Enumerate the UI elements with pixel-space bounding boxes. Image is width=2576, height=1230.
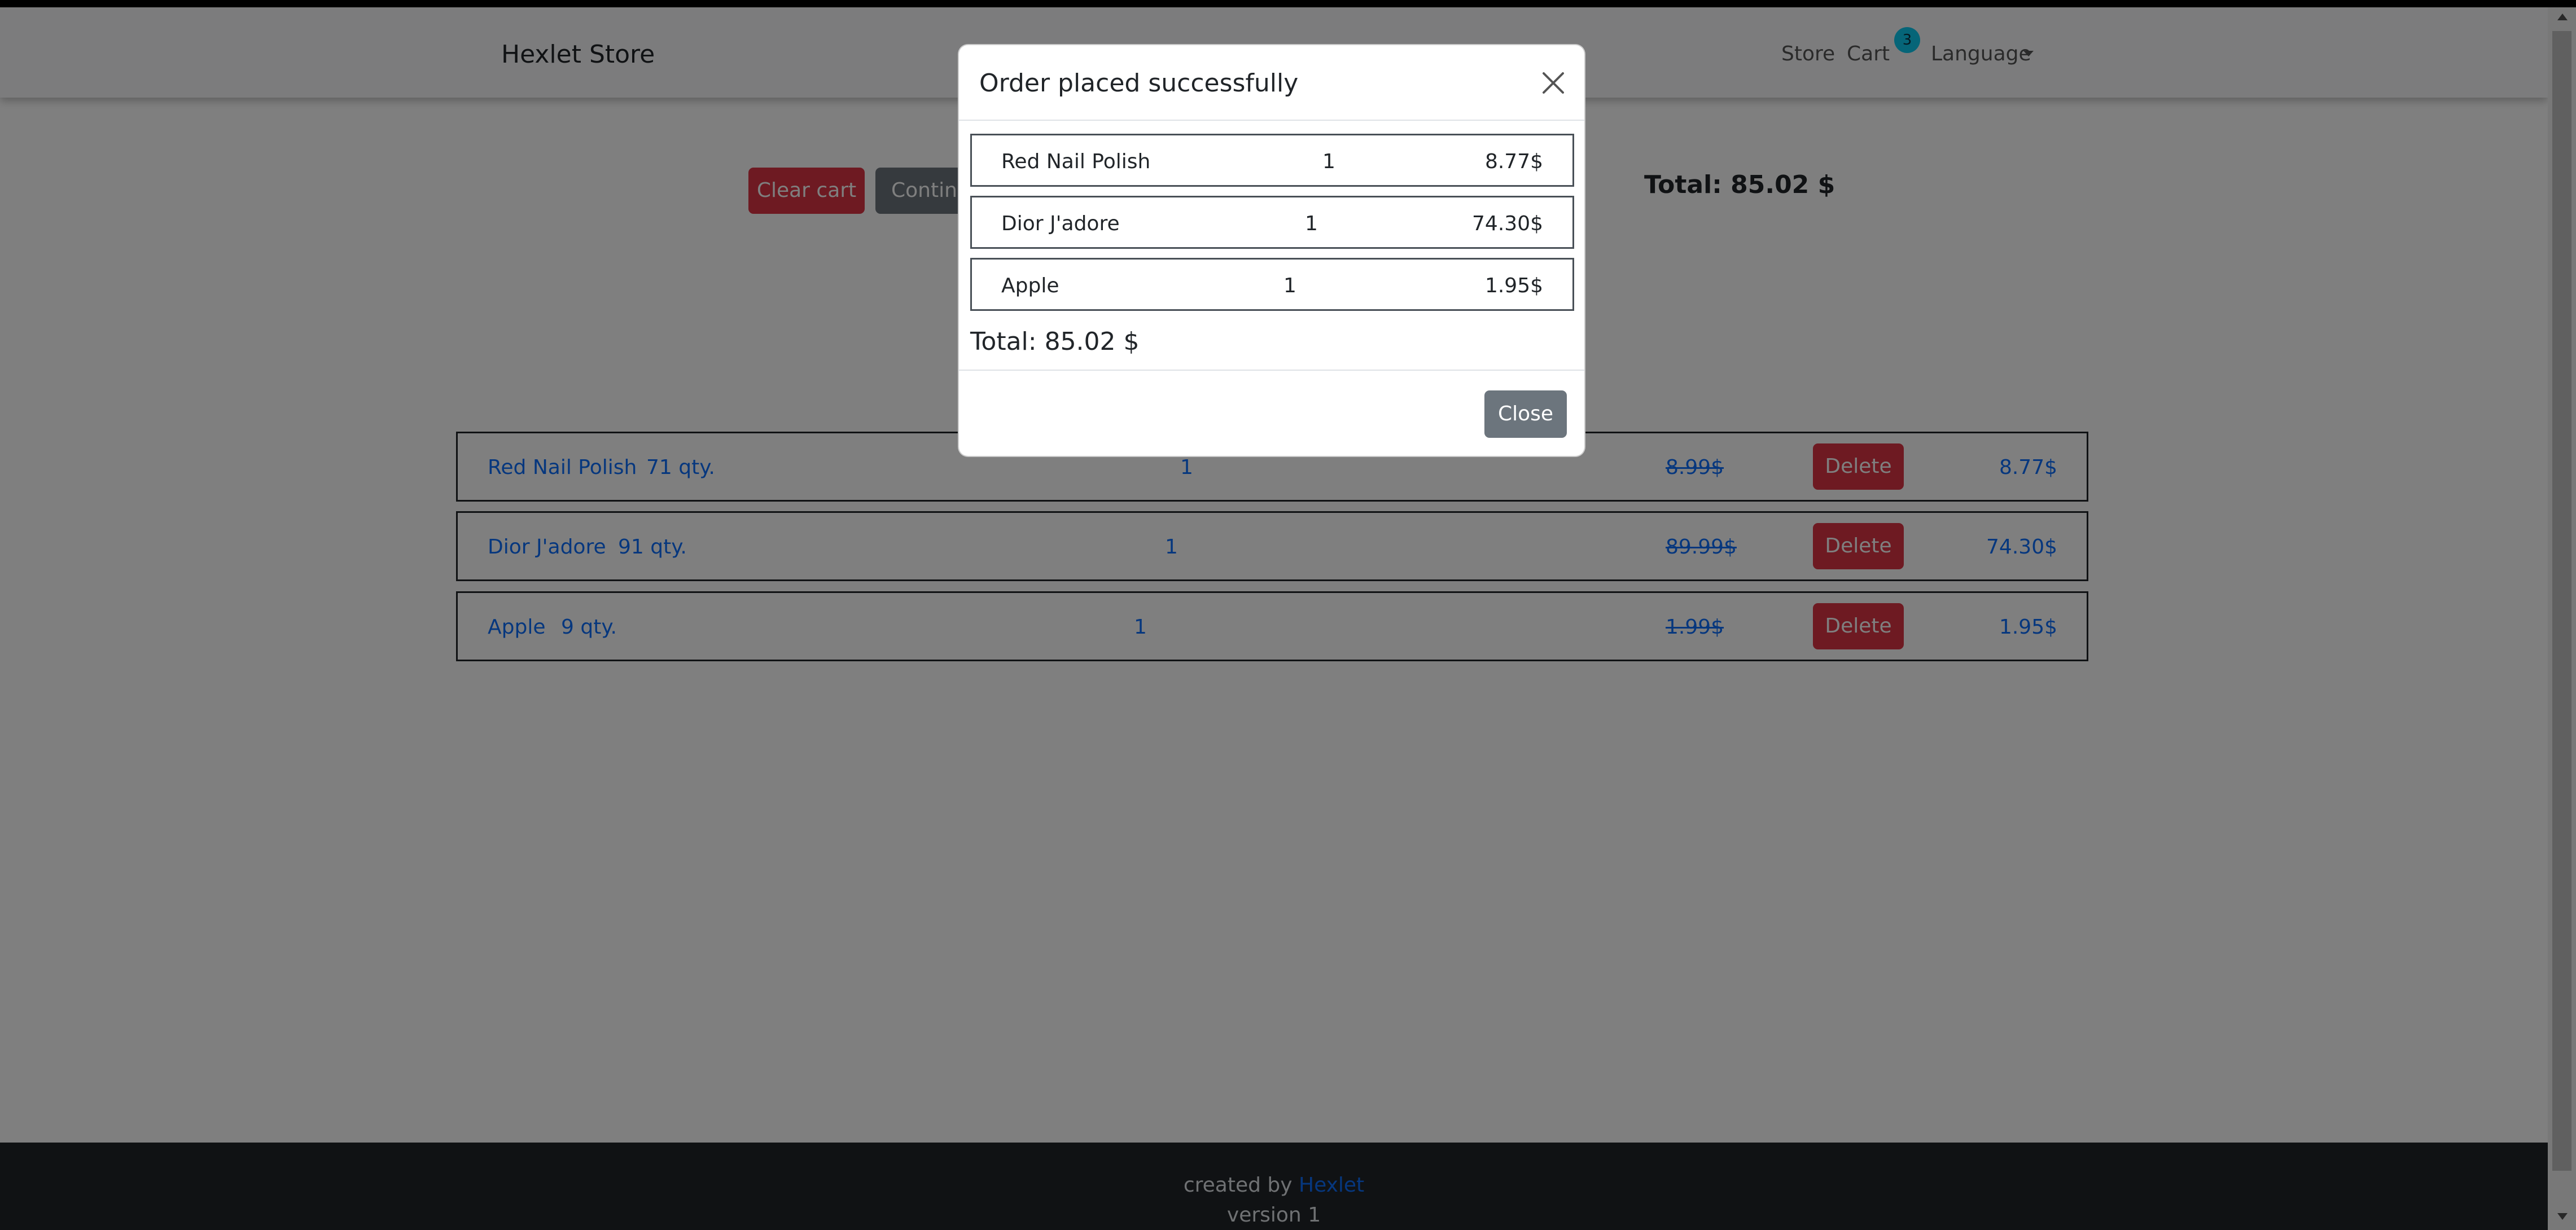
order-item-count: 1 [1305, 212, 1318, 235]
order-item-name: Dior J'adore [1001, 212, 1120, 235]
modal-divider [959, 120, 1584, 121]
order-item-name: Apple [1001, 274, 1059, 297]
order-item-count: 1 [1322, 150, 1335, 173]
order-success-modal: Order placed successfully Red Nail Polis… [958, 44, 1585, 457]
order-item: Dior J'adore 1 74.30$ [970, 196, 1574, 249]
order-item-count: 1 [1283, 274, 1296, 297]
modal-divider [959, 370, 1584, 371]
order-item-name: Red Nail Polish [1001, 150, 1151, 173]
modal-total: Total: 85.02 $ [970, 327, 1140, 356]
modal-title: Order placed successfully [979, 69, 1299, 98]
order-item: Red Nail Polish 1 8.77$ [970, 134, 1574, 187]
order-item: Apple 1 1.95$ [970, 258, 1574, 311]
order-item-price: 8.77$ [1484, 150, 1543, 173]
order-item-price: 1.95$ [1484, 274, 1543, 297]
close-icon[interactable] [1540, 70, 1566, 96]
close-button[interactable]: Close [1484, 390, 1567, 438]
order-item-price: 74.30$ [1472, 212, 1543, 235]
